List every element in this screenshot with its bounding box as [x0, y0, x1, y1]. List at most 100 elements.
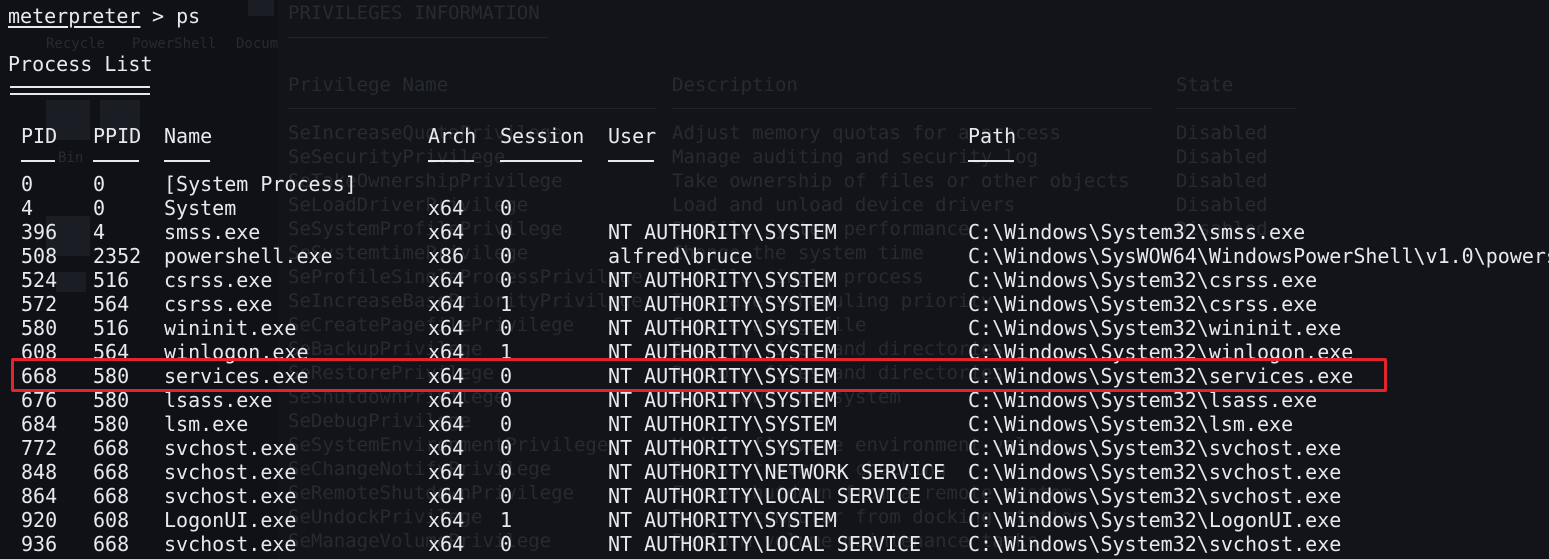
cell-user: NT AUTHORITY\SYSTEM — [608, 292, 837, 316]
cell-path: C:\Windows\System32\wininit.exe — [968, 316, 1342, 340]
cell-arch: x64 — [428, 460, 465, 484]
table-row: 4 0 System x64 0 — [0, 196, 1549, 220]
cell-user: NT AUTHORITY\SYSTEM — [608, 316, 837, 340]
terminal-window[interactable]: Recycle PowerShell Document Bin PRIVILEG… — [0, 0, 1549, 559]
col-header-ppid: PPID — [93, 124, 142, 148]
cell-pid: 396 — [21, 220, 58, 244]
cell-arch: x64 — [428, 412, 465, 436]
cell-session: 0 — [500, 532, 513, 556]
process-list-title: Process List — [8, 52, 153, 76]
cell-arch: x64 — [428, 436, 465, 460]
desktop-label: Recycle — [46, 36, 106, 52]
background-cell-desc: Manage auditing and security log — [672, 146, 1039, 168]
table-row: 524 516 csrss.exe x64 0 NT AUTHORITY\SYSTEM C:… — [0, 268, 1549, 292]
col-header-path: Path — [968, 124, 1017, 148]
cell-pid: 920 — [21, 508, 58, 532]
cell-user: NT AUTHORITY\LOCAL SERVICE — [608, 532, 922, 556]
col-header-arch: Arch — [428, 124, 477, 148]
background-col-header: Description — [672, 74, 798, 96]
highlight-box — [11, 358, 1387, 392]
cell-arch: x64 — [428, 268, 465, 292]
cell-ppid: 608 — [93, 508, 130, 532]
cell-name: [System Process] — [164, 172, 357, 196]
cell-name: csrss.exe — [164, 268, 273, 292]
cell-pid: 4 — [21, 196, 34, 220]
command-text: ps — [176, 4, 201, 28]
cell-ppid: 564 — [93, 292, 130, 316]
cell-session: 0 — [500, 220, 513, 244]
cell-pid: 524 — [21, 268, 58, 292]
cell-path: C:\Windows\SysWOW64\WindowsPowerShell\v1… — [968, 244, 1549, 268]
desktop-label: PowerShell — [132, 36, 217, 52]
cell-path: C:\Windows\System32\smss.exe — [968, 220, 1306, 244]
cell-session: 0 — [500, 412, 513, 436]
cell-ppid: 668 — [93, 532, 130, 556]
prompt-command[interactable]: > ps — [140, 4, 200, 28]
desktop-label: Bin — [58, 150, 84, 166]
cell-path: C:\Windows\System32\csrss.exe — [968, 268, 1318, 292]
col-header-pid: PID — [21, 124, 58, 148]
header-underline — [428, 160, 474, 162]
cell-session: 0 — [500, 436, 513, 460]
cell-pid: 572 — [21, 292, 58, 316]
cell-arch: x64 — [428, 220, 465, 244]
cell-pid: 864 — [21, 484, 58, 508]
col-header-name: Name — [164, 124, 213, 148]
cell-pid: 848 — [21, 460, 58, 484]
cell-ppid: 2352 — [93, 244, 142, 268]
cell-name: powershell.exe — [164, 244, 333, 268]
header-underline — [93, 160, 139, 162]
cell-name: wininit.exe — [164, 316, 297, 340]
cell-path: C:\Windows\System32\svchost.exe — [968, 532, 1342, 556]
cell-name: svchost.exe — [164, 484, 297, 508]
background-cell-name: SeSecurityPrivilege — [288, 146, 506, 168]
cell-name: System — [164, 196, 237, 220]
cell-arch: x64 — [428, 508, 465, 532]
cell-user: NT AUTHORITY\NETWORK SERVICE — [608, 460, 946, 484]
cell-name: svchost.exe — [164, 532, 297, 556]
cell-user: NT AUTHORITY\LOCAL SERVICE — [608, 484, 922, 508]
cell-name: lsm.exe — [164, 412, 249, 436]
cell-pid: 772 — [21, 436, 58, 460]
cell-name: svchost.exe — [164, 460, 297, 484]
cell-pid: 580 — [21, 316, 58, 340]
table-row: 684 580 lsm.exe x64 0 NT AUTHORITY\SYSTEM C:\W… — [0, 412, 1549, 436]
cell-arch: x64 — [428, 316, 465, 340]
cell-arch: x64 — [428, 532, 465, 556]
col-header-session: Session — [500, 124, 585, 148]
cell-session: 0 — [500, 460, 513, 484]
cell-arch: x64 — [428, 292, 465, 316]
background-col-header: State — [1176, 74, 1234, 96]
cell-name: smss.exe — [164, 220, 261, 244]
title-underline — [10, 86, 150, 95]
background-col-header: Privilege Name — [288, 74, 449, 96]
cell-user: NT AUTHORITY\SYSTEM — [608, 412, 837, 436]
table-row: 772 668 svchost.exe x64 0 NT AUTHORITY\SYSTEM… — [0, 436, 1549, 460]
cell-pid: 684 — [21, 412, 58, 436]
cell-ppid: 516 — [93, 316, 130, 340]
cell-arch: x64 — [428, 484, 465, 508]
table-row: 936 668 svchost.exe x64 0 NT AUTHORITY\LOCAL … — [0, 532, 1549, 556]
col-header-user: User — [608, 124, 657, 148]
cell-path: C:\Windows\System32\svchost.exe — [968, 436, 1342, 460]
cell-arch: x86 — [428, 244, 465, 268]
background-cell-state: Disabled — [1176, 146, 1268, 168]
cell-pid: 0 — [21, 172, 34, 196]
cell-pid: 936 — [21, 532, 58, 556]
cell-name: LogonUI.exe — [164, 508, 297, 532]
header-underline — [164, 160, 210, 162]
cell-session: 0 — [500, 316, 513, 340]
header-underline — [608, 160, 654, 162]
cell-user: NT AUTHORITY\SYSTEM — [608, 508, 837, 532]
table-row: 580 516 wininit.exe x64 0 NT AUTHORITY\SYSTEM… — [0, 316, 1549, 340]
cell-ppid: 580 — [93, 412, 130, 436]
table-row: 396 4 smss.exe x64 0 NT AUTHORITY\SYSTEM C:\Wi… — [0, 220, 1549, 244]
cell-pid: 508 — [21, 244, 58, 268]
prompt-symbol: > — [140, 4, 177, 28]
cell-path: C:\Windows\System32\csrss.exe — [968, 292, 1318, 316]
cell-session: 0 — [500, 484, 513, 508]
table-row: 0 0 [System Process] — [0, 172, 1549, 196]
desktop-label: Document — [236, 36, 304, 52]
cell-path: C:\Windows\System32\lsm.exe — [968, 412, 1294, 436]
cell-ppid: 668 — [93, 436, 130, 460]
